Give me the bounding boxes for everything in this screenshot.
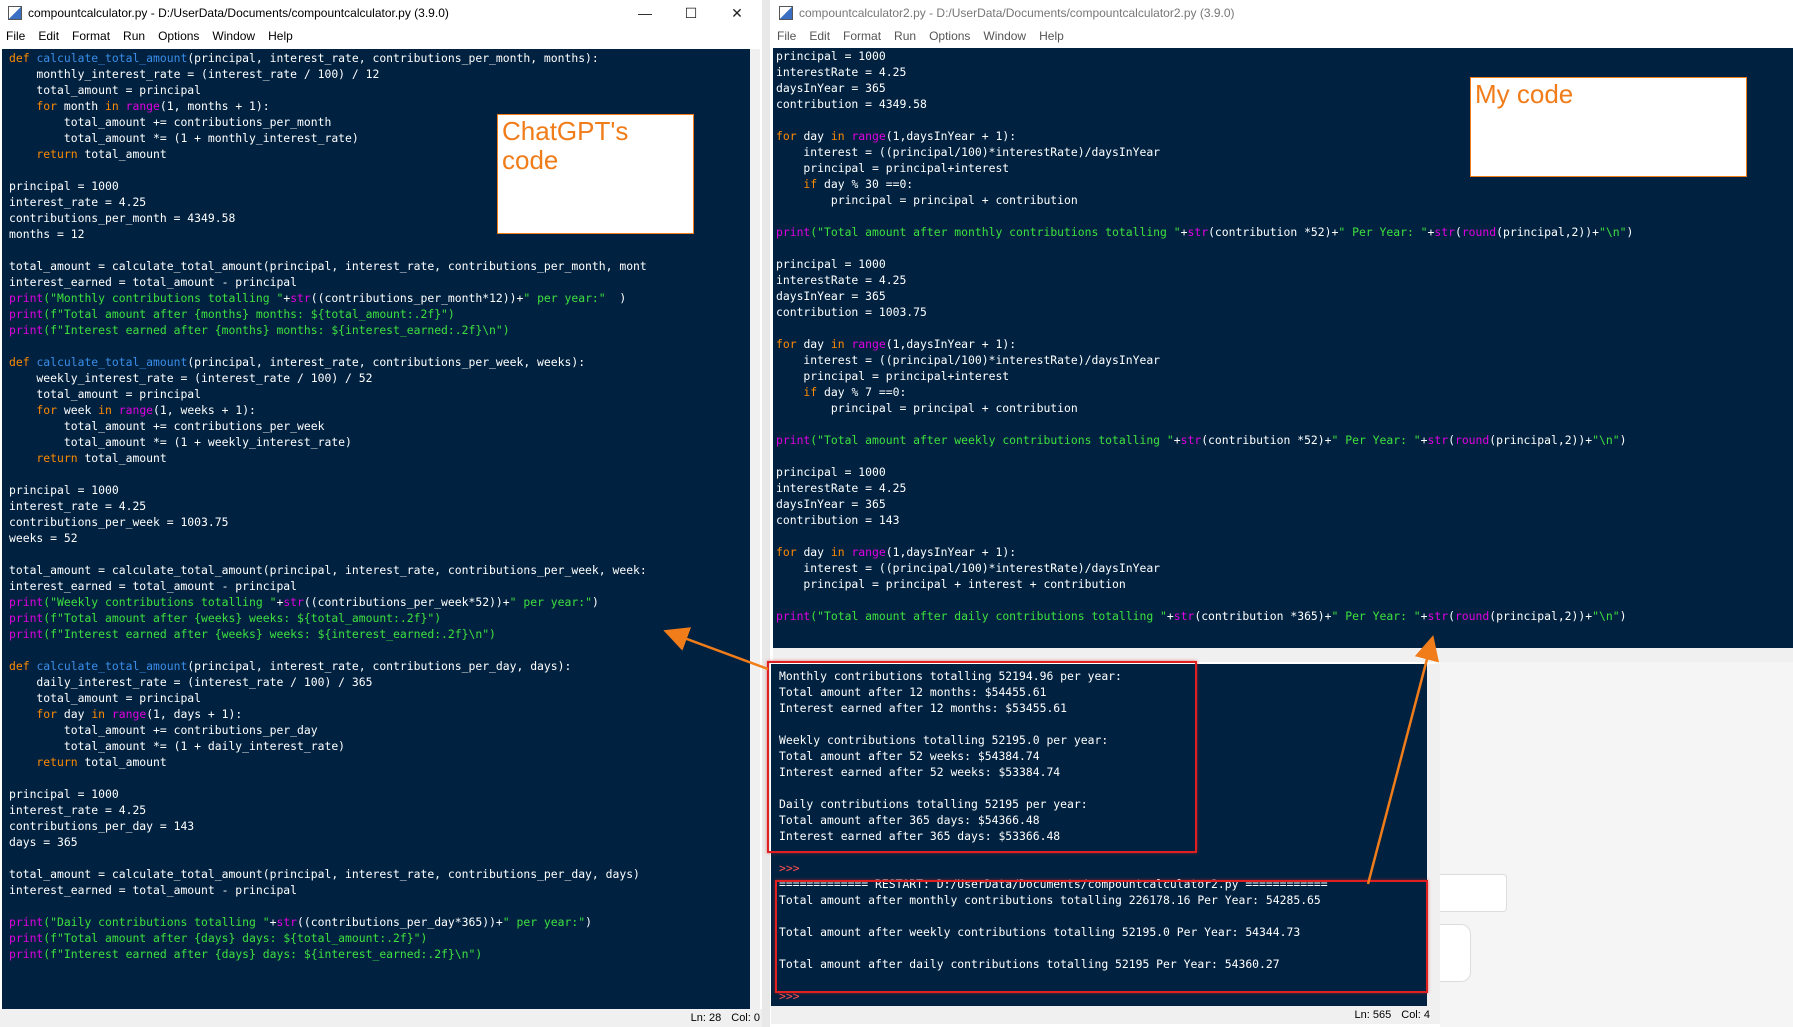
arrow-to-my-code bbox=[1366, 635, 1440, 885]
arrow-to-chatgpt-code bbox=[663, 627, 769, 671]
annotation-arrows bbox=[663, 627, 1440, 885]
